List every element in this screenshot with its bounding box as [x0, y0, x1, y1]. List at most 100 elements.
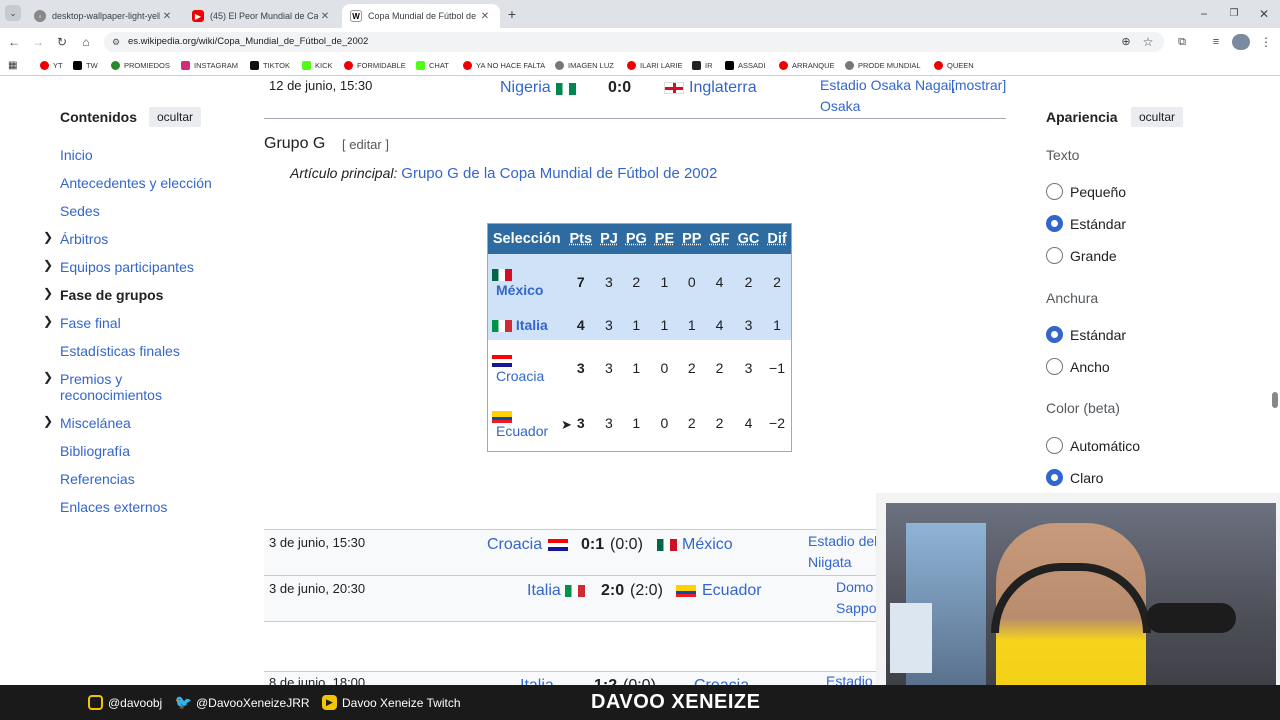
team-link[interactable]: Ecuador — [492, 423, 548, 439]
radio-large-label[interactable]: Grande — [1070, 248, 1117, 264]
tab-youtube[interactable]: ▶ (45) El Peor Mundial de Cada Se ✕ — [184, 4, 340, 28]
match-away-team[interactable]: Ecuador — [702, 582, 762, 600]
extensions-icon[interactable]: ⧉ — [1174, 34, 1190, 50]
chevron-right-icon[interactable]: ❯ — [43, 314, 53, 328]
restore-icon[interactable]: ❐ — [1226, 6, 1242, 22]
radio-small[interactable] — [1046, 183, 1063, 200]
show-toggle[interactable]: [mostrar] — [951, 77, 1006, 93]
bookmark-instagram[interactable]: INSTAGRAM — [181, 61, 238, 70]
reading-list-icon[interactable]: ≡ — [1208, 34, 1224, 50]
forward-icon[interactable]: → — [30, 34, 46, 50]
bookmark-chat[interactable]: CHAT — [416, 61, 449, 70]
bookmark-ilari-larie[interactable]: ILARI LARIE — [627, 61, 683, 70]
toc-item-premios[interactable]: Premios y — [60, 371, 122, 387]
toc-item-bibliografia[interactable]: Bibliografía — [60, 443, 130, 459]
radio-width-wide-label[interactable]: Ancho — [1070, 359, 1110, 375]
match-away-team[interactable]: Inglaterra — [689, 79, 757, 97]
team-link[interactable]: Croacia — [492, 368, 544, 384]
tab-search-icon[interactable]: ⌄ — [5, 5, 21, 21]
col-header[interactable]: GC — [733, 223, 764, 254]
scrollbar-thumb[interactable] — [1272, 392, 1278, 408]
match-away-team[interactable]: México — [682, 536, 733, 554]
apps-icon[interactable]: ▦ — [8, 60, 17, 71]
url-input[interactable]: ⚙ es.wikipedia.org/wiki/Copa_Mundial_de_… — [104, 32, 1164, 52]
match-city[interactable]: Sappo — [836, 600, 876, 616]
chevron-right-icon[interactable]: ❯ — [43, 370, 53, 384]
toc-item-equipos[interactable]: Equipos participantes — [60, 259, 194, 275]
col-header[interactable]: PJ — [596, 223, 622, 254]
col-header[interactable]: GF — [705, 223, 734, 254]
bookmark-promiedos[interactable]: PROMIEDOS — [111, 61, 170, 70]
team-link[interactable]: México — [492, 282, 543, 298]
bookmark-yt[interactable]: YT — [40, 61, 63, 70]
radio-standard-label[interactable]: Estándar — [1070, 216, 1126, 232]
close-icon[interactable]: ✕ — [478, 11, 492, 22]
match-venue[interactable]: Estadio — [826, 673, 873, 685]
toc-item-fase-grupos[interactable]: Fase de grupos — [60, 287, 163, 303]
bookmark-arranque[interactable]: ARRANQUE — [779, 61, 835, 70]
profile-icon[interactable] — [1232, 34, 1250, 50]
match-home-team[interactable]: Italia — [527, 582, 561, 600]
bookmark-queen[interactable]: QUEEN — [934, 61, 974, 70]
radio-color-light[interactable] — [1046, 469, 1063, 486]
close-icon[interactable]: ✕ — [318, 11, 332, 22]
col-header[interactable]: PE — [650, 223, 679, 254]
minimize-icon[interactable]: − — [1196, 6, 1212, 22]
chevron-right-icon[interactable]: ❯ — [43, 230, 53, 244]
toc-hide-button[interactable]: ocultar — [149, 107, 202, 127]
back-icon[interactable]: ← — [6, 34, 22, 50]
toc-item-inicio[interactable]: Inicio — [60, 147, 93, 163]
edit-link[interactable]: [ editar ] — [342, 137, 389, 152]
home-icon[interactable]: ⌂ — [78, 34, 94, 50]
reload-icon[interactable]: ↻ — [54, 34, 70, 50]
radio-color-auto-label[interactable]: Automático — [1070, 438, 1140, 454]
chevron-right-icon[interactable]: ❯ — [43, 414, 53, 428]
bookmark-prode-mundial[interactable]: PRODE MUNDIAL — [845, 61, 921, 70]
radio-large[interactable] — [1046, 247, 1063, 264]
main-article-link[interactable]: Grupo G de la Copa Mundial de Fútbol de … — [401, 165, 717, 182]
col-header[interactable]: Dif — [763, 223, 792, 254]
bookmark-assadi[interactable]: ASSADI — [725, 61, 766, 70]
chevron-right-icon[interactable]: ❯ — [43, 286, 53, 300]
radio-width-standard[interactable] — [1046, 326, 1063, 343]
col-header[interactable]: PP — [678, 223, 706, 254]
radio-color-auto[interactable] — [1046, 437, 1063, 454]
toc-item-miscelanea[interactable]: Miscelánea — [60, 415, 131, 431]
match-venue[interactable]: Domo — [836, 579, 873, 595]
toc-item-fase-final[interactable]: Fase final — [60, 315, 121, 331]
bookmark-ir[interactable]: IR — [692, 61, 713, 70]
bookmark-formidable[interactable]: FORMIDABLE — [344, 61, 406, 70]
toc-item-sedes[interactable]: Sedes — [60, 203, 100, 219]
appearance-hide-button[interactable]: ocultar — [1131, 107, 1184, 127]
match-venue[interactable]: Estadio Osaka Nagai, — [820, 77, 955, 93]
close-window-icon[interactable]: ✕ — [1256, 6, 1272, 22]
star-icon[interactable]: ☆ — [1140, 34, 1156, 50]
toc-item-estadisticas[interactable]: Estadísticas finales — [60, 343, 180, 359]
col-header[interactable]: PG — [621, 223, 651, 254]
radio-width-wide[interactable] — [1046, 358, 1063, 375]
match-home-team[interactable]: Croacia — [487, 536, 542, 554]
match-home-team[interactable]: Nigeria — [500, 79, 551, 97]
tab-wikipedia[interactable]: W Copa Mundial de Fútbol de 200 ✕ — [342, 4, 500, 28]
bookmark-tiktok[interactable]: TIKTOK — [250, 61, 290, 70]
close-icon[interactable]: ✕ — [160, 11, 174, 22]
tab-wallpaper[interactable]: ◦ desktop-wallpaper-light-yellow ✕ — [26, 4, 182, 28]
match-city[interactable]: Osaka — [820, 98, 860, 114]
match-away-team[interactable]: Croacia — [694, 677, 749, 685]
site-info-icon[interactable]: ⚙ — [112, 32, 120, 52]
bookmark-kick[interactable]: KICK — [302, 61, 333, 70]
menu-icon[interactable]: ⋮ — [1258, 34, 1274, 50]
radio-color-light-label[interactable]: Claro — [1070, 470, 1103, 486]
radio-small-label[interactable]: Pequeño — [1070, 184, 1126, 200]
radio-width-standard-label[interactable]: Estándar — [1070, 327, 1126, 343]
radio-standard[interactable] — [1046, 215, 1063, 232]
zoom-icon[interactable]: ⊕ — [1118, 34, 1134, 50]
col-header[interactable]: Pts — [565, 223, 597, 254]
toc-item-enlaces[interactable]: Enlaces externos — [60, 499, 167, 515]
bookmark-imagen-luz[interactable]: IMAGEN LUZ — [555, 61, 614, 70]
match-home-team[interactable]: Italia — [520, 677, 554, 685]
chevron-right-icon[interactable]: ❯ — [43, 258, 53, 272]
match-venue[interactable]: Estadio del — [808, 533, 877, 549]
toc-item-premios-line2[interactable]: reconocimientos — [60, 387, 162, 403]
bookmark-ya-no-hace-falta[interactable]: YA NO HACE FALTA — [463, 61, 545, 70]
